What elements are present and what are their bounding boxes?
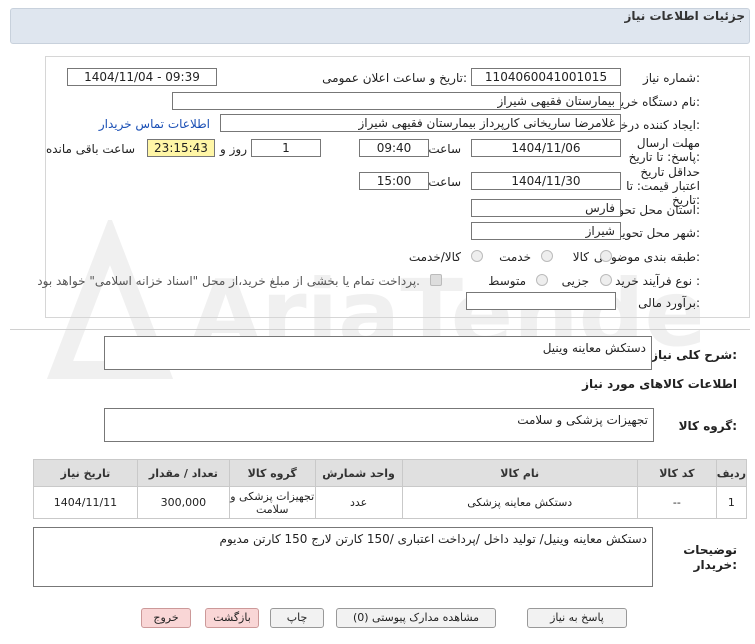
header-item-name: نام کالا [401,459,638,487]
header-row-number: ردیف [715,459,748,487]
reply-time-label: ساعت [428,142,461,156]
price-validity-label: حداقل تاریخ اعتبار قیمت: تا تاریخ: [626,165,700,207]
validity-date-field: 1404/11/30 [471,172,621,190]
items-table: ردیف کد کالا نام کالا واحد شمارش گروه کا… [33,459,748,519]
category-both-radio[interactable] [471,250,483,262]
header-quantity: تعداد / مقدار [136,459,230,487]
category-both-label: کالا/خدمت [408,250,461,264]
view-attachments-button[interactable]: مشاهده مدارک پیوستی (0) [336,608,496,628]
countdown-timer: 23:15:43 [147,139,215,157]
validity-time-label: ساعت [428,175,461,189]
buyer-contact-link[interactable]: اطلاعات تماس خریدار [99,117,210,131]
cell-row-number: 1 [715,486,748,519]
items-table-wrapper: ردیف کد کالا نام کالا واحد شمارش گروه کا… [33,459,748,519]
process-medium-label: متوسط [488,274,526,288]
process-minor-radio[interactable] [600,274,612,286]
estimate-label: برآورد مالی: [638,296,700,310]
category-goods-label: کالا [572,250,589,264]
category-goods-radio[interactable] [600,250,612,262]
reply-date-field: 1404/11/06 [471,139,621,157]
days-label: روز و [220,142,247,156]
section-divider [10,329,750,330]
need-number-label: شماره نیاز: [642,71,700,85]
reply-time-field: 09:40 [359,139,429,157]
announce-date-field: 1404/11/04 - 09:39 [67,68,217,86]
creator-field: غلامرضا ساریخانی کارپرداز بیمارستان فقیه… [220,114,621,132]
need-description-field: دستکش معاینه وینیل [104,336,652,370]
cell-item-group: تجهیزات پزشکی و سلامت [228,486,316,519]
need-number-field: 1104060041001015 [471,68,621,86]
city-label: شهر محل تحویل: [613,226,700,240]
treasury-payment-note: پرداخت تمام یا بخشی از مبلغ خرید،از محل … [37,274,420,288]
table-header-row: ردیف کد کالا نام کالا واحد شمارش گروه کا… [33,459,748,487]
table-row: 1 -- دستکش معاینه پزشکی عدد تجهیزات پزشک… [33,486,748,519]
process-label: نوع فرآیند خرید : [615,274,700,288]
category-service-radio[interactable] [541,250,553,262]
header-item-group: گروه کالا [228,459,316,487]
buyer-notes-field: دستکش معاینه وینیل/ تولید داخل /پرداخت ا… [33,527,653,587]
city-field: شیراز [471,222,621,240]
header-item-code: کد کالا [636,459,717,487]
reply-to-need-button[interactable]: پاسخ به نیاز [527,608,627,628]
process-medium-radio[interactable] [536,274,548,286]
cell-item-name: دستکش معاینه پزشکی [401,486,638,519]
cell-quantity: 300,000 [136,486,230,519]
province-field: فارس [471,199,621,217]
estimate-field [466,292,616,310]
header-unit: واحد شمارش [314,459,403,487]
announce-date-label: تاریخ و ساعت اعلان عمومی: [322,71,467,85]
cell-unit: عدد [314,486,403,519]
remaining-label: ساعت باقی مانده [45,142,135,156]
reply-deadline-label: مهلت ارسال پاسخ: تا تاریخ: [628,136,700,164]
process-minor-label: جزیی [561,274,589,288]
buyer-org-field: بیمارستان فقیهی شیراز [172,92,621,110]
days-field: 1 [251,139,321,157]
buyer-notes-label: توضیحات خریدار: [683,543,737,572]
cell-need-date: 1404/11/11 [33,486,138,519]
goods-group-field: تجهیزات پزشکی و سلامت [104,408,654,442]
back-button[interactable]: بازگشت [205,608,259,628]
header-need-date: تاریخ نیاز [33,459,138,487]
category-service-label: خدمت [499,250,531,264]
goods-group-label: گروه کالا: [678,419,737,433]
need-description-label: شرح کلی نیاز: [651,348,737,362]
treasury-payment-checkbox[interactable] [430,274,442,286]
page-title: جزئیات اطلاعات نیاز [624,9,745,23]
goods-info-title: اطلاعات کالاهای مورد نیاز [582,377,737,391]
exit-button[interactable]: خروج [141,608,191,628]
print-button[interactable]: چاپ [270,608,324,628]
validity-time-field: 15:00 [359,172,429,190]
cell-item-code: -- [636,486,717,519]
